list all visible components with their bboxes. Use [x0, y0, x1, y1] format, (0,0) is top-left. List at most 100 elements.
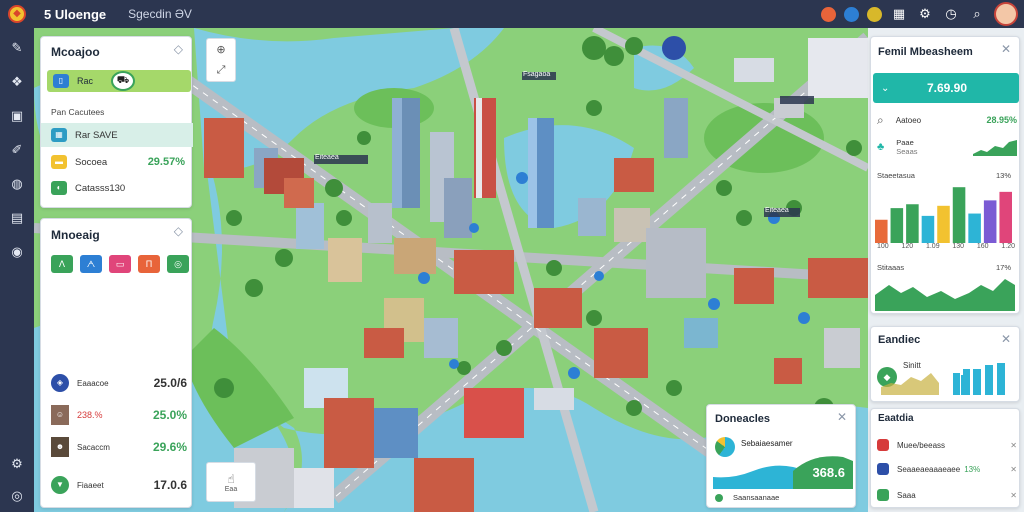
- list-item-value: 13%: [964, 464, 981, 474]
- metric-label: Paae: [896, 138, 914, 147]
- tower-c: [528, 118, 554, 228]
- list-item[interactable]: ▼ Fiaaeet 17.0.6: [51, 473, 187, 497]
- panel-icon[interactable]: ▣: [7, 106, 27, 126]
- hand-icon: ☝: [227, 471, 235, 486]
- metric-row[interactable]: ♣ Paae Seaas: [877, 133, 1017, 161]
- grid-icon[interactable]: ▦: [890, 6, 908, 22]
- area-chart: [875, 279, 1015, 311]
- bar-category-label: 1.09: [925, 243, 940, 250]
- area-label: Stitaaas: [877, 263, 905, 272]
- list-item-value: 25.0%: [152, 408, 187, 422]
- action-button-3[interactable]: ▭: [109, 255, 131, 273]
- bar-categories: 100 120 1.09 130 160 1.20: [877, 243, 1015, 250]
- list-item[interactable]: Muee/beeass ✕: [877, 437, 1017, 453]
- panel-title: Mnoeaig: [51, 228, 100, 242]
- list-item-icon: ▬: [51, 155, 67, 169]
- list-item-icon: [877, 439, 889, 451]
- list-item[interactable]: ▬ Socoea 29.57%: [41, 151, 193, 173]
- gear-icon[interactable]: ⚙: [916, 6, 934, 22]
- bar: [999, 191, 1012, 243]
- chart-header-left: Staeetasua: [877, 171, 915, 180]
- map-label-3[interactable]: Eiteaea: [765, 207, 799, 214]
- bar: [921, 215, 935, 243]
- compass-icon[interactable]: ⊕: [216, 43, 225, 56]
- list-item-label: Sacaccm: [77, 442, 110, 452]
- search-icon[interactable]: ⌕: [968, 6, 986, 22]
- panel-title: Mcoajoo: [51, 45, 100, 59]
- kpi-banner[interactable]: ⌄ 7.69.90: [873, 73, 1019, 103]
- list-item[interactable]: ◐ Catasss130: [41, 177, 193, 199]
- map-pin-icon: ▼: [51, 476, 69, 494]
- close-icon[interactable]: ✕: [1001, 42, 1011, 56]
- action-button-2[interactable]: ᗅ: [80, 255, 102, 273]
- list-item-icon: [877, 463, 889, 475]
- list-item[interactable]: ◈ Eaaacoe 25.0/6: [51, 371, 187, 395]
- notification-orange-icon[interactable]: [821, 6, 836, 22]
- close-icon[interactable]: ✕: [1001, 332, 1011, 346]
- list-item[interactable]: ☻ Sacaccm 29.6%: [51, 435, 187, 459]
- list-item-label: 238.%: [77, 410, 103, 420]
- tower-a: [392, 98, 420, 208]
- bell-icon[interactable]: ◷: [942, 6, 960, 22]
- panel-footer: Saansaanaae: [715, 493, 779, 502]
- locate-tool-label: Eaa: [224, 485, 238, 493]
- help-icon[interactable]: ◎: [7, 486, 27, 506]
- panel-title: Femil Mbeasheem: [878, 46, 973, 58]
- notification-yellow-icon[interactable]: [867, 6, 882, 22]
- list-item-value: 25.0/6: [153, 376, 187, 390]
- action-button-4[interactable]: Π: [138, 255, 160, 273]
- progress-bar[interactable]: ▯ Rac ⛟: [47, 70, 191, 92]
- app-logo[interactable]: ◆: [0, 0, 34, 28]
- map-tools: ⊕ ⤢: [206, 38, 236, 82]
- briefcase-icon[interactable]: ▤: [7, 208, 27, 228]
- list-item[interactable]: Seaaeaeaaaeaee 13% ✕: [877, 461, 1017, 477]
- metric-row[interactable]: ⌕ Aatoeo 28.95%: [877, 111, 1017, 129]
- globe-icon[interactable]: ◍: [7, 174, 27, 194]
- list-item[interactable]: ▦ Rar SAVE: [41, 123, 193, 147]
- close-icon[interactable]: ✕: [837, 410, 847, 424]
- notification-blue-icon[interactable]: [844, 6, 859, 22]
- list-item-label: Seaaeaeaaaeaee: [897, 464, 961, 474]
- list-item-label: Fiaaeet: [77, 480, 104, 490]
- map-label-1[interactable]: Eiteaea: [315, 154, 367, 161]
- bar-category-label: 130: [952, 243, 965, 250]
- shield-icon[interactable]: ◉: [7, 242, 27, 262]
- bar-category-label: 100: [877, 243, 889, 250]
- collapse-icon[interactable]: ◇: [174, 224, 183, 238]
- list-item-label: Muee/beeass: [897, 440, 946, 450]
- kpi-value: 368.6: [812, 465, 845, 480]
- right-panel-sensor: Eandiec ✕ ◆ Sinitt: [870, 326, 1020, 402]
- sensor-row[interactable]: ◆ Sinitt: [877, 359, 1017, 395]
- left-panel-monitoring: Mnoeaig ◇ ᐱ ᗅ ▭ Π ◎ ◈ Eaaacoe 25.0/6 ☺ 2…: [40, 218, 192, 508]
- layers-icon[interactable]: ❖: [7, 72, 27, 92]
- edit-icon[interactable]: ✎: [7, 38, 27, 58]
- app-subtitle[interactable]: Sgecdin ƏV: [128, 7, 192, 21]
- panel-title: Eaatdia: [878, 413, 914, 424]
- close-icon[interactable]: ✕: [1010, 441, 1017, 450]
- collapse-icon[interactable]: ◇: [174, 42, 183, 56]
- action-button-1[interactable]: ᐱ: [51, 255, 73, 273]
- tree-icon: ♣: [877, 141, 885, 153]
- avatar[interactable]: [994, 2, 1018, 26]
- settings-icon[interactable]: ⚙: [7, 454, 27, 474]
- list-item[interactable]: Saaa ✕: [877, 487, 1017, 503]
- list-item-label: Saaa: [897, 490, 916, 500]
- bar: [890, 208, 904, 243]
- list-item[interactable]: ☺ 238.% 25.0%: [51, 403, 187, 427]
- fullscreen-icon[interactable]: ⤢: [217, 64, 226, 77]
- top-right-toolbar: ▦ ⚙ ◷ ⌕: [821, 0, 1018, 28]
- left-nav-rail: ✎ ❖ ▣ ✐ ◍ ▤ ◉ ⚙ ◎: [0, 28, 34, 512]
- map-label-2[interactable]: Fsagaoa: [523, 71, 555, 78]
- top-bar: ◆ 5 Uloenge Sgecdin ƏV ▦ ⚙ ◷ ⌕: [0, 0, 1024, 28]
- action-button-5[interactable]: ◎: [167, 255, 189, 273]
- sensor-bars: [961, 363, 1005, 395]
- list-item-icon: [877, 489, 889, 501]
- map-info-panel: Doneacles ✕ Sebaiaesamer 368.6 Saansaana…: [706, 404, 856, 508]
- progress-badge-icon: ▯: [53, 74, 69, 88]
- locate-tool[interactable]: ☝ Eaa: [206, 462, 256, 502]
- close-icon[interactable]: ✕: [1010, 491, 1017, 500]
- pen-icon[interactable]: ✐: [7, 140, 27, 160]
- list-item-icon: ◐: [51, 181, 67, 195]
- app-title: 5 Uloenge: [44, 6, 107, 22]
- close-icon[interactable]: ✕: [1010, 465, 1017, 474]
